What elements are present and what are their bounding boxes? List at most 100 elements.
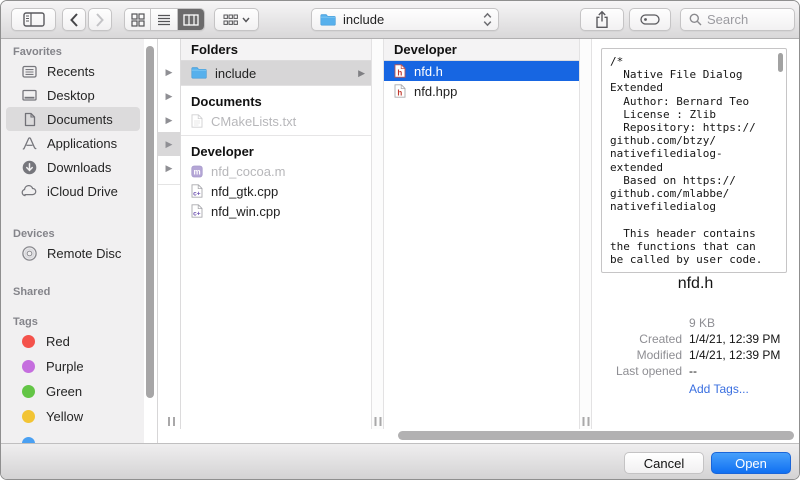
file-row-nfd-win[interactable]: c+ nfd_win.cpp [181, 201, 371, 221]
column-divider [371, 39, 384, 429]
file-name: nfd.h [414, 64, 573, 79]
sidebar-item-label: Desktop [47, 88, 95, 103]
last-opened-label: Last opened [592, 364, 682, 378]
group-header-folders: Folders [181, 39, 371, 61]
toggle-sidebar-button[interactable] [11, 8, 56, 31]
dropdown-stepper-icon [483, 12, 492, 27]
column-resize-handle[interactable] [168, 417, 175, 426]
divider [158, 184, 180, 185]
group-header-developer: Developer [181, 142, 371, 161]
sidebar-item-label: Recents [47, 64, 95, 79]
sidebar: Favorites Recents Desktop [1, 39, 158, 443]
sidebar-item-downloads[interactable]: Downloads [6, 155, 140, 179]
cpp-file-icon: c+ [191, 204, 203, 218]
tag-icon [640, 13, 660, 26]
column-view-button[interactable] [178, 9, 204, 30]
horizontal-scrollbar-thumb[interactable] [398, 431, 794, 440]
main-area: Favorites Recents Desktop [1, 39, 799, 443]
sidebar-item-remote-disc[interactable]: Remote Disc [6, 241, 140, 265]
forward-button[interactable] [88, 8, 112, 31]
sidebar-item-documents[interactable]: Documents [6, 107, 140, 131]
info-row-size: 9 KB [592, 316, 793, 332]
column-view-icon [183, 14, 199, 26]
horizontal-scrollbar-track[interactable] [158, 429, 799, 443]
tags-button[interactable] [629, 8, 671, 31]
svg-text:h: h [397, 69, 402, 78]
recents-icon [20, 63, 38, 80]
current-folder-dropdown[interactable]: include [311, 8, 499, 31]
sidebar-item-label: iCloud Drive [47, 184, 118, 199]
folder-icon [320, 14, 336, 26]
file-name: nfd_win.cpp [211, 204, 365, 219]
file-row-include[interactable]: include ▶ [181, 61, 371, 86]
green-tag-dot-icon [22, 385, 35, 398]
document-icon [20, 111, 38, 128]
header-file-icon: h [394, 64, 406, 78]
column-preview: /* Native File Dialog Extended Author: B… [592, 39, 799, 429]
group-header-documents: Documents [181, 92, 371, 111]
svg-text:c+: c+ [193, 211, 201, 218]
sidebar-section-shared: Shared [1, 285, 157, 299]
created-value: 1/4/21, 12:39 PM [689, 332, 780, 346]
search-input[interactable] [707, 12, 785, 27]
disclosure-triangle-icon: ▶ [358, 68, 365, 79]
view-mode-segmented-control [124, 8, 205, 31]
sidebar-item-recents[interactable]: Recents [6, 59, 140, 83]
file-preview-code: /* Native File Dialog Extended Author: B… [610, 55, 780, 266]
share-button[interactable] [580, 8, 624, 31]
tag-label: Purple [46, 359, 84, 374]
icon-view-button[interactable] [125, 9, 151, 30]
back-chevron-icon [69, 12, 79, 28]
sidebar-tag-red[interactable]: Red [6, 329, 140, 354]
add-tags-link[interactable]: Add Tags... [689, 382, 749, 396]
group-by-icon [223, 14, 238, 26]
file-name: nfd_cocoa.m [211, 164, 365, 179]
sidebar-tag-green[interactable]: Green [6, 379, 140, 404]
cancel-button[interactable]: Cancel [624, 452, 704, 474]
file-size: 9 KB [689, 316, 715, 330]
search-field[interactable] [680, 8, 795, 31]
disclosure-triangle-icon: ▶ [158, 60, 180, 84]
sidebar-item-applications[interactable]: Applications [6, 131, 140, 155]
yellow-tag-dot-icon [22, 410, 35, 423]
sidebar-tag-purple[interactable]: Purple [6, 354, 140, 379]
sidebar-tag-yellow[interactable]: Yellow [6, 404, 140, 429]
file-name: CMakeLists.txt [211, 114, 365, 129]
file-row-nfd-gtk[interactable]: c+ nfd_gtk.cpp [181, 181, 371, 201]
last-opened-value: -- [689, 364, 697, 378]
file-row-cmakelists[interactable]: CMakeLists.txt [181, 111, 371, 131]
folder-icon [191, 67, 207, 79]
column-resize-handle[interactable] [582, 417, 589, 426]
file-row-nfd-h[interactable]: h nfd.h [384, 61, 579, 81]
sidebar-item-icloud-drive[interactable]: iCloud Drive [6, 179, 140, 203]
current-folder-label: include [343, 12, 384, 27]
back-button[interactable] [62, 8, 86, 31]
chevron-down-icon [242, 17, 250, 23]
icloud-icon [20, 183, 38, 200]
svg-text:h: h [397, 89, 402, 98]
file-name: nfd_gtk.cpp [211, 184, 365, 199]
column-developer: Developer h nfd.h h nfd.hpp [384, 39, 579, 429]
objc-file-icon: m [191, 165, 203, 178]
list-view-button[interactable] [151, 9, 177, 30]
column-resize-handle[interactable] [374, 417, 381, 426]
applications-icon [20, 135, 38, 152]
file-name: include [215, 66, 350, 81]
collapsed-parent-column: ▶ ▶ ▶ ▶ ▶ [158, 39, 181, 429]
sidebar-item-label: Downloads [47, 160, 111, 175]
info-row-last-opened: Last opened -- [592, 364, 793, 380]
open-button[interactable]: Open [711, 452, 791, 474]
purple-tag-dot-icon [22, 360, 35, 373]
preview-scrollbar-thumb[interactable] [778, 53, 783, 72]
sidebar-item-label: Applications [47, 136, 117, 151]
disclosure-triangle-icon: ▶ [158, 84, 180, 108]
file-row-nfd-hpp[interactable]: h nfd.hpp [384, 81, 579, 101]
group-by-button[interactable] [214, 8, 259, 31]
sidebar-item-desktop[interactable]: Desktop [6, 83, 140, 107]
modified-value: 1/4/21, 12:39 PM [689, 348, 780, 362]
finder-open-dialog: include [0, 0, 800, 480]
file-row-nfd-cocoa[interactable]: m nfd_cocoa.m [181, 161, 371, 181]
sidebar-scrollbar-thumb[interactable] [146, 46, 154, 398]
info-row-modified: Modified 1/4/21, 12:39 PM [592, 348, 793, 364]
desktop-icon [20, 87, 38, 104]
